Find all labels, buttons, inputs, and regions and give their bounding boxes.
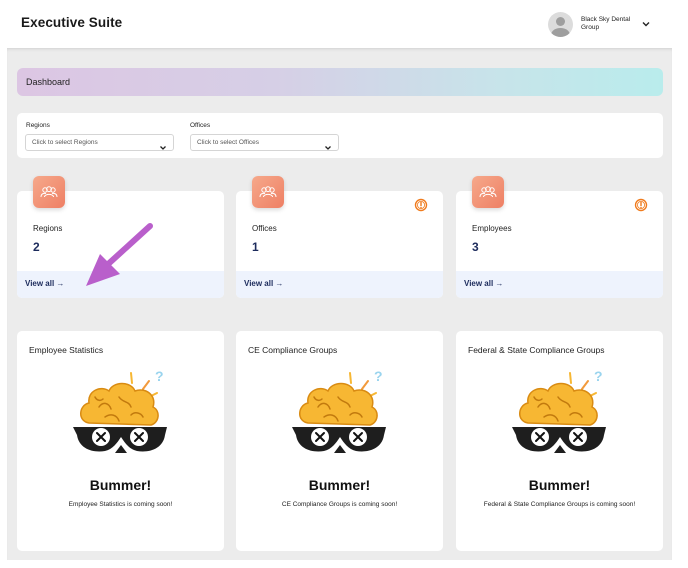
view-all-link[interactable]: View all → xyxy=(25,279,64,288)
svg-text:?: ? xyxy=(594,368,603,384)
regions-select[interactable]: Click to select Regions xyxy=(25,134,174,151)
people-icon xyxy=(33,176,65,208)
stat-value: 3 xyxy=(472,240,479,254)
view-all-link[interactable]: View all → xyxy=(464,279,503,288)
confused-brain-icon: ? xyxy=(288,367,392,463)
offices-filter-label: Offices xyxy=(190,122,211,129)
panel-title: Federal & State Compliance Groups xyxy=(468,345,605,355)
panel-title: Employee Statistics xyxy=(29,345,104,355)
stat-value: 1 xyxy=(252,240,259,254)
regions-select-placeholder: Click to select Regions xyxy=(32,139,98,146)
stat-label: Offices xyxy=(252,224,277,233)
svg-text:?: ? xyxy=(374,368,383,384)
confused-brain-icon: ? xyxy=(69,367,173,463)
user-menu[interactable]: Black Sky Dental Group xyxy=(548,10,651,38)
filter-bar: Regions Click to select Regions Offices … xyxy=(17,113,663,158)
svg-text:?: ? xyxy=(155,368,164,384)
people-icon xyxy=(472,176,504,208)
panel-employee-statistics: Employee Statistics ? Bummer! Employee S… xyxy=(17,331,224,551)
chevron-down-icon xyxy=(159,139,167,150)
stat-footer: View all → xyxy=(456,271,663,298)
panel-federal-state-compliance-groups: Federal & State Compliance Groups ? Bumm… xyxy=(456,331,663,551)
stat-footer: View all → xyxy=(236,271,443,298)
chevron-down-icon xyxy=(324,139,332,150)
page-title: Dashboard xyxy=(26,77,71,87)
chevron-down-icon[interactable] xyxy=(641,19,651,29)
regions-filter-label: Regions xyxy=(26,122,50,129)
alert-icon[interactable] xyxy=(634,198,648,212)
top-bar: Executive Suite Black Sky Dental Group xyxy=(0,0,688,48)
offices-select-placeholder: Click to select Offices xyxy=(197,139,260,146)
panel-ce-compliance-groups: CE Compliance Groups ? Bummer! CE Compli… xyxy=(236,331,443,551)
app-title: Executive Suite xyxy=(21,15,123,30)
panel-heading: Bummer! xyxy=(528,477,591,493)
panel-title: CE Compliance Groups xyxy=(248,345,338,355)
stat-label: Employees xyxy=(472,224,512,233)
avatar[interactable] xyxy=(548,11,573,37)
panel-heading: Bummer! xyxy=(308,477,371,493)
page-banner: Dashboard xyxy=(17,68,663,96)
view-all-link[interactable]: View all → xyxy=(244,279,283,288)
panel-message: Federal & State Compliance Groups is com… xyxy=(483,501,636,508)
stat-value: 2 xyxy=(33,240,40,254)
panel-heading: Bummer! xyxy=(89,477,152,493)
annotation-arrow xyxy=(80,222,156,292)
offices-select[interactable]: Click to select Offices xyxy=(190,134,339,151)
panel-message: CE Compliance Groups is coming soon! xyxy=(281,501,398,508)
stat-label: Regions xyxy=(33,224,63,233)
org-name[interactable]: Black Sky Dental Group xyxy=(581,16,633,32)
people-icon xyxy=(252,176,284,208)
panel-message: Employee Statistics is coming soon! xyxy=(68,501,173,508)
alert-icon[interactable] xyxy=(414,198,428,212)
confused-brain-icon: ? xyxy=(508,367,612,463)
